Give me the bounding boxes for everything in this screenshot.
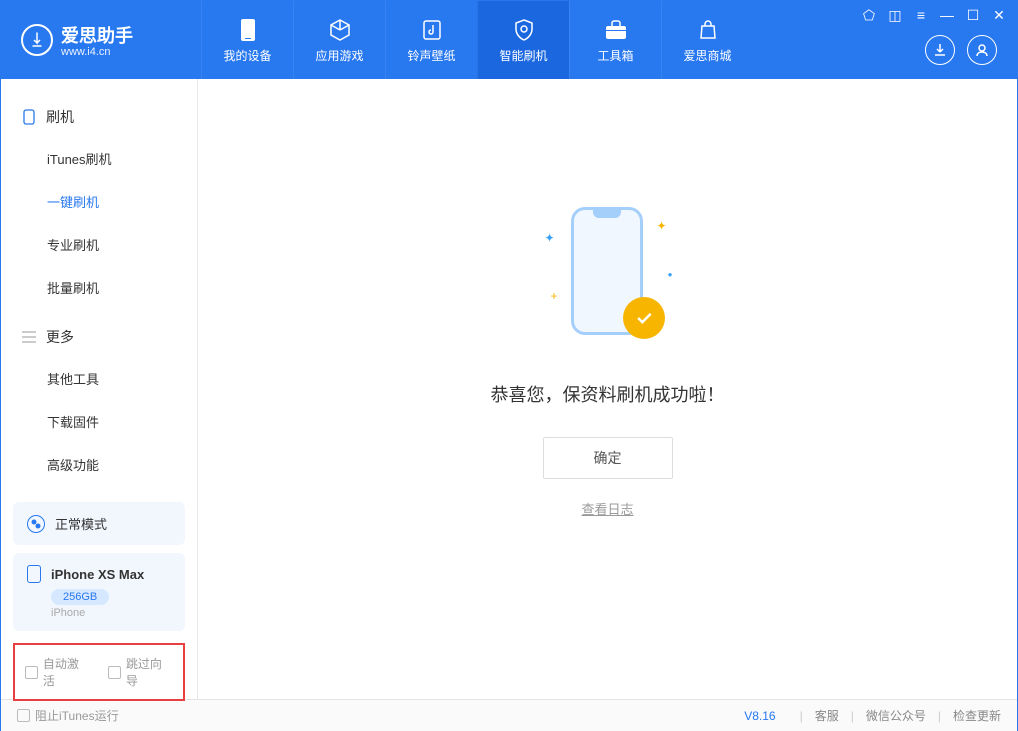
sparkle-icon: ✦ [545,231,555,245]
body: 刷机 iTunes刷机 一键刷机 专业刷机 批量刷机 更多 其他工具 下载固件 … [1,79,1017,699]
skin-icon[interactable]: ◫ [887,7,903,23]
header: 爱思助手 www.i4.cn 我的设备 应用游戏 铃声壁纸 智能刷机 工具箱 爱… [1,1,1017,79]
success-illustration: ✦ ✦ + ● [543,201,673,351]
header-right-actions [925,35,997,65]
wechat-link[interactable]: 微信公众号 [866,707,926,724]
maximize-button[interactable]: ☐ [965,7,981,23]
window-controls: ⬠ ◫ ≡ — ☐ ✕ [861,7,1007,23]
sparkle-icon: ✦ [656,219,666,233]
mode-status[interactable]: 正常模式 [13,502,185,545]
sidebar-header-more: 更多 [1,317,197,357]
auto-activate-checkbox[interactable]: 自动激活 [25,655,90,689]
mode-label: 正常模式 [55,514,107,533]
user-account-button[interactable] [967,35,997,65]
menu-icon[interactable]: ≡ [913,7,929,23]
nav-store[interactable]: 爱思商城 [661,1,753,79]
phone-icon [21,110,36,125]
success-check-badge [623,297,665,339]
logo[interactable]: 爱思助手 www.i4.cn [1,22,201,58]
sidebar-item-download-firmware[interactable]: 下载固件 [1,400,197,443]
app-url: www.i4.cn [61,46,133,58]
device-type: iPhone [51,607,171,619]
sidebar-item-pro-flash[interactable]: 专业刷机 [1,223,197,266]
shield-gear-icon [511,17,537,43]
device-icon [235,17,261,43]
checkbox-icon [17,709,30,722]
sparkle-icon: ● [668,270,673,279]
version-label: V8.16 [744,709,775,723]
nav-flash[interactable]: 智能刷机 [477,1,569,79]
sidebar-bottom: 正常模式 iPhone XS Max 256GB iPhone 自动激活 跳过向… [1,494,197,711]
music-icon [419,17,445,43]
sidebar-item-advanced[interactable]: 高级功能 [1,443,197,486]
view-log-link[interactable]: 查看日志 [581,499,633,518]
sidebar: 刷机 iTunes刷机 一键刷机 专业刷机 批量刷机 更多 其他工具 下载固件 … [1,79,198,699]
sidebar-header-flash: 刷机 [1,97,197,137]
checkbox-icon [108,666,121,679]
nav-toolbox[interactable]: 工具箱 [569,1,661,79]
close-button[interactable]: ✕ [991,7,1007,23]
top-nav: 我的设备 应用游戏 铃声壁纸 智能刷机 工具箱 爱思商城 [201,1,753,79]
sidebar-item-other-tools[interactable]: 其他工具 [1,357,197,400]
device-phone-icon [27,565,41,583]
nav-ringtones[interactable]: 铃声壁纸 [385,1,477,79]
sidebar-item-oneclick-flash[interactable]: 一键刷机 [1,180,197,223]
device-storage-badge: 256GB [51,589,109,605]
nav-apps-games[interactable]: 应用游戏 [293,1,385,79]
minimize-button[interactable]: — [939,7,955,23]
download-manager-button[interactable] [925,35,955,65]
check-update-link[interactable]: 检查更新 [953,707,1001,724]
store-icon [695,17,721,43]
sidebar-group-flash: 刷机 iTunes刷机 一键刷机 专业刷机 批量刷机 [1,97,197,309]
device-info[interactable]: iPhone XS Max 256GB iPhone [13,553,185,631]
skip-guide-checkbox[interactable]: 跳过向导 [108,655,173,689]
app-name: 爱思助手 [61,22,133,48]
support-link[interactable]: 客服 [815,707,839,724]
nav-my-device[interactable]: 我的设备 [201,1,293,79]
toolbox-icon [603,17,629,43]
sidebar-item-batch-flash[interactable]: 批量刷机 [1,266,197,309]
options-highlighted-box: 自动激活 跳过向导 [13,643,185,701]
main-content: ✦ ✦ + ● 恭喜您，保资料刷机成功啦！ 确定 查看日志 [198,79,1017,699]
list-icon [21,330,36,345]
ok-button[interactable]: 确定 [543,437,673,479]
sidebar-item-itunes-flash[interactable]: iTunes刷机 [1,137,197,180]
block-itunes-checkbox[interactable]: 阻止iTunes运行 [17,707,119,724]
mode-icon [27,515,45,533]
feedback-icon[interactable]: ⬠ [861,7,877,23]
success-message: 恭喜您，保资料刷机成功啦！ [491,381,725,407]
sparkle-icon: + [551,289,558,303]
sidebar-group-more: 更多 其他工具 下载固件 高级功能 [1,317,197,486]
cube-icon [327,17,353,43]
logo-icon [21,24,53,56]
device-name: iPhone XS Max [51,567,144,582]
checkbox-icon [25,666,38,679]
